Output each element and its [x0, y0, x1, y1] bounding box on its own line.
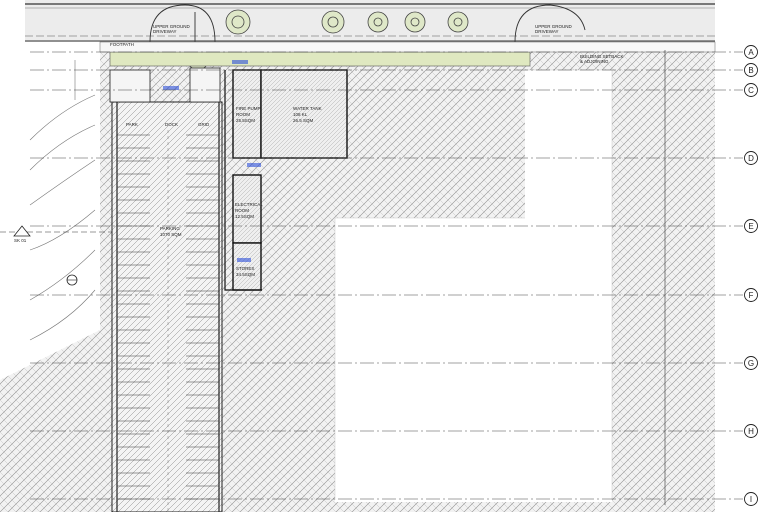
parking-area: [111, 101, 223, 512]
fire-pump-label-2: ROOM: [236, 112, 250, 117]
floor-plan-drawing: FIRE PUMP ROOM 25.5SQM WATER TANK 108 KL…: [0, 0, 758, 512]
electrical-label-2: ROOM: [235, 208, 249, 213]
entry-block: [109, 69, 151, 103]
grid-label-i: I: [750, 495, 752, 504]
fire-pump-label-1: FIRE PUMP: [236, 106, 261, 111]
water-tank-label-1: WATER TANK: [293, 106, 322, 111]
topography-lines: [29, 60, 96, 341]
grid-label-c: C: [748, 86, 754, 95]
interior-void-2: [335, 218, 612, 502]
grid-label-h: H: [748, 427, 754, 436]
setback-label-2: & ADJOINING: [580, 59, 609, 64]
stores-label-1: STORES: [236, 266, 254, 271]
water-tank-label-2: 108 KL: [293, 112, 308, 117]
parking-label-1: PARKING: [160, 226, 180, 231]
electrical-label-3: 12.5SQM: [235, 214, 254, 219]
grid-label-f: F: [749, 291, 754, 300]
electrical-label-1: ELECTRICAL: [235, 202, 263, 207]
lift-core: [189, 67, 221, 103]
grid-label-g: G: [748, 359, 754, 368]
footpath-label: FOOTPATH: [110, 42, 134, 47]
section-marker: [0, 225, 112, 286]
top-row-grid: GRID: [198, 122, 210, 127]
section-tag-label: SK 01: [14, 238, 27, 243]
top-row-dock: DOCK: [165, 122, 178, 127]
grid-label-a: A: [748, 48, 754, 57]
interior-void-3: [525, 70, 612, 220]
grid-label-b: B: [748, 66, 753, 75]
grid-label-e: E: [748, 222, 753, 231]
landscape-strip: [109, 51, 531, 67]
grid-label-d: D: [748, 154, 754, 163]
fire-pump-label-3: 25.5SQM: [236, 118, 255, 123]
parking-label-2: 1070 SQM: [160, 232, 182, 237]
water-tank-label-3: 26.5 SQM: [293, 118, 314, 123]
footpath-strip: [99, 41, 716, 53]
top-row-park: PARK: [126, 122, 138, 127]
stores-label-2: 34.5SQM: [236, 272, 255, 277]
driveway-right-label-2: DRIVEWAY: [535, 29, 559, 34]
driveway-left-label-2: DRIVEWAY: [153, 29, 177, 34]
